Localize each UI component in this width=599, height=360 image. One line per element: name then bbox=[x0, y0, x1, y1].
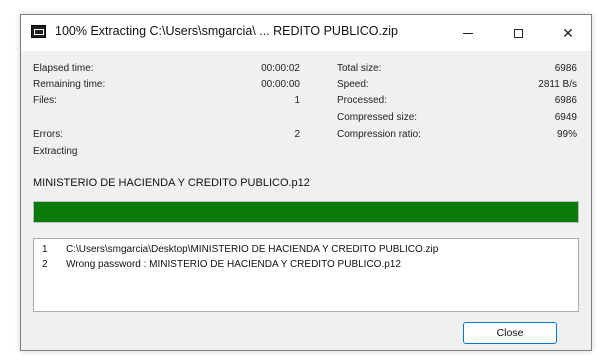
speed-label: Speed: bbox=[337, 79, 369, 90]
minimize-icon[interactable] bbox=[445, 15, 491, 51]
compressed-size-value: 6949 bbox=[554, 112, 577, 123]
remaining-time-value: 00:00:00 bbox=[261, 79, 300, 90]
total-size-label: Total size: bbox=[337, 63, 382, 74]
progress-bar-fill bbox=[34, 202, 578, 222]
log-item-text: C:\Users\smgarcia\Desktop\MINISTERIO DE … bbox=[66, 244, 439, 255]
compression-ratio-value: 99% bbox=[556, 129, 577, 140]
log-item-text: Wrong password : MINISTERIO DE HACIENDA … bbox=[66, 259, 401, 270]
log-item-number: 1 bbox=[42, 244, 48, 255]
errors-label: Errors: bbox=[33, 129, 63, 140]
error-log-list[interactable]: 1 C:\Users\smgarcia\Desktop\MINISTERIO DE… bbox=[33, 238, 579, 312]
current-file-name: MINISTERIO DE HACIENDA Y CREDITO PUBLICO… bbox=[33, 177, 310, 189]
speed-value: 2811 B/s bbox=[538, 79, 577, 90]
files-value: 1 bbox=[294, 95, 300, 106]
maximize-icon[interactable] bbox=[495, 15, 541, 51]
files-label: Files: bbox=[33, 95, 57, 106]
log-item-number: 2 bbox=[42, 259, 48, 270]
compressed-size-label: Compressed size: bbox=[337, 112, 418, 123]
elapsed-time-label: Elapsed time: bbox=[33, 63, 94, 74]
total-size-value: 6986 bbox=[554, 63, 577, 74]
processed-value: 6986 bbox=[554, 95, 577, 106]
title-bar[interactable]: 100% Extracting C:\Users\smgarcia\ ... R… bbox=[21, 15, 591, 51]
errors-value: 2 bbox=[294, 129, 300, 140]
window-title: 100% Extracting C:\Users\smgarcia\ ... R… bbox=[55, 24, 398, 38]
log-item: 1 C:\Users\smgarcia\Desktop\MINISTERIO DE… bbox=[42, 244, 438, 255]
log-item: 2 Wrong password : MINISTERIO DE HACIENDA… bbox=[42, 259, 401, 270]
progress-bar bbox=[33, 201, 579, 223]
processed-label: Processed: bbox=[337, 95, 388, 106]
elapsed-time-value: 00:00:02 bbox=[261, 63, 300, 74]
7zip-app-icon bbox=[31, 25, 46, 38]
compression-ratio-label: Compression ratio: bbox=[337, 129, 421, 140]
remaining-time-label: Remaining time: bbox=[33, 79, 106, 90]
close-button[interactable]: Close bbox=[463, 322, 557, 344]
extract-progress-dialog: 100% Extracting C:\Users\smgarcia\ ... R… bbox=[20, 14, 592, 351]
status-text: Extracting bbox=[33, 146, 78, 157]
close-icon[interactable]: ✕ bbox=[545, 15, 591, 51]
